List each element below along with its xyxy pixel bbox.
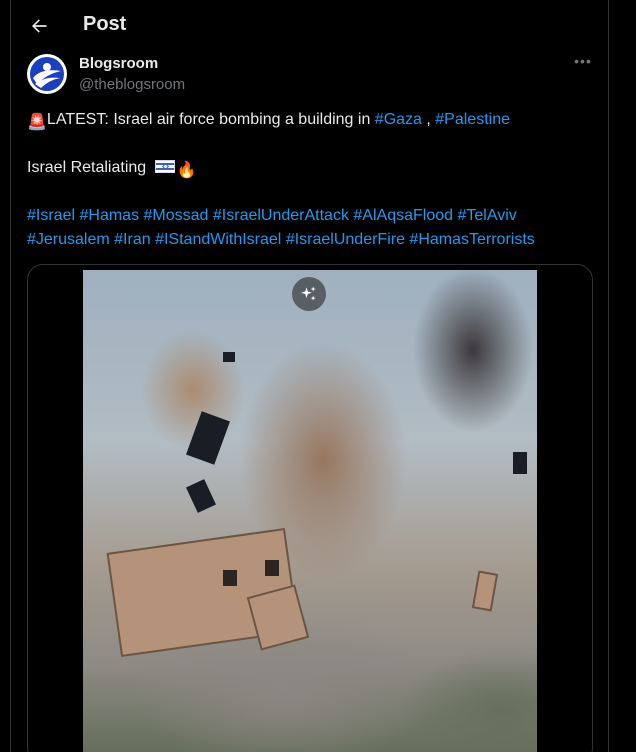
- debris-chunk: [223, 352, 235, 362]
- hashtag-link[interactable]: #HamasTerrorists: [409, 231, 534, 248]
- hashtag-link[interactable]: #Hamas: [79, 207, 139, 224]
- post-column: Post Blogsroom @theblogsroom ••• 🚨LATEST…: [10, 0, 609, 752]
- hashtag-link[interactable]: #IsraelUnderAttack: [213, 207, 349, 224]
- hashtag-link[interactable]: #Jerusalem: [27, 231, 110, 248]
- blogsroom-logo-icon: [30, 57, 64, 91]
- arrow-left-icon: [32, 19, 47, 33]
- avatar[interactable]: [27, 54, 67, 94]
- separator-text: ,: [421, 111, 436, 128]
- debris-chunk: [186, 479, 216, 513]
- hashtag-link[interactable]: #IStandWithIsrael: [155, 231, 281, 248]
- tweet-text: LATEST: Israel air force bombing a build…: [46, 111, 375, 128]
- more-button[interactable]: •••: [571, 54, 595, 74]
- more-horizontal-icon: •••: [574, 53, 592, 69]
- hashtag-link[interactable]: #Mossad: [144, 207, 209, 224]
- israel-flag-icon: [154, 160, 175, 173]
- enhance-button[interactable]: [292, 277, 326, 311]
- video-frame[interactable]: [83, 270, 537, 752]
- author-name[interactable]: Blogsroom: [79, 55, 158, 72]
- hashtag-link[interactable]: #IsraelUnderFire: [286, 231, 405, 248]
- page-title: Post: [83, 13, 127, 35]
- building-window: [265, 560, 279, 576]
- hashtag-row: #Israel #Hamas #Mossad #IsraelUnderAttac…: [27, 204, 517, 228]
- siren-emoji: 🚨: [27, 114, 47, 131]
- post-header: Post: [11, 0, 608, 52]
- fire-emoji: 🔥: [176, 162, 197, 179]
- author-handle[interactable]: @theblogsroom: [79, 76, 185, 93]
- hashtag-link[interactable]: #Gaza: [375, 111, 422, 128]
- hashtag-link[interactable]: #Palestine: [435, 111, 510, 128]
- hashtag-link[interactable]: #AlAqsaFlood: [353, 207, 453, 224]
- back-button[interactable]: [25, 12, 53, 40]
- hashtag-link[interactable]: #TelAviv: [457, 207, 516, 224]
- media-container[interactable]: [27, 264, 593, 752]
- debris-chunk: [513, 452, 527, 474]
- hashtag-link[interactable]: #Iran: [114, 231, 150, 248]
- sparkle-icon: [301, 286, 316, 301]
- tweet-text: Israel Retaliating: [27, 159, 151, 176]
- tweet-line-2: Israel Retaliating 🔥: [27, 156, 197, 183]
- hashtag-link[interactable]: #Israel: [27, 207, 75, 224]
- building-window: [223, 570, 237, 586]
- collapsing-building: [246, 584, 310, 651]
- debris-panel: [471, 570, 499, 612]
- hashtag-row: #Jerusalem #Iran #IStandWithIsrael #Isra…: [27, 228, 535, 252]
- debris-chunk: [186, 411, 230, 465]
- tweet-line-1: 🚨LATEST: Israel air force bombing a buil…: [27, 108, 510, 135]
